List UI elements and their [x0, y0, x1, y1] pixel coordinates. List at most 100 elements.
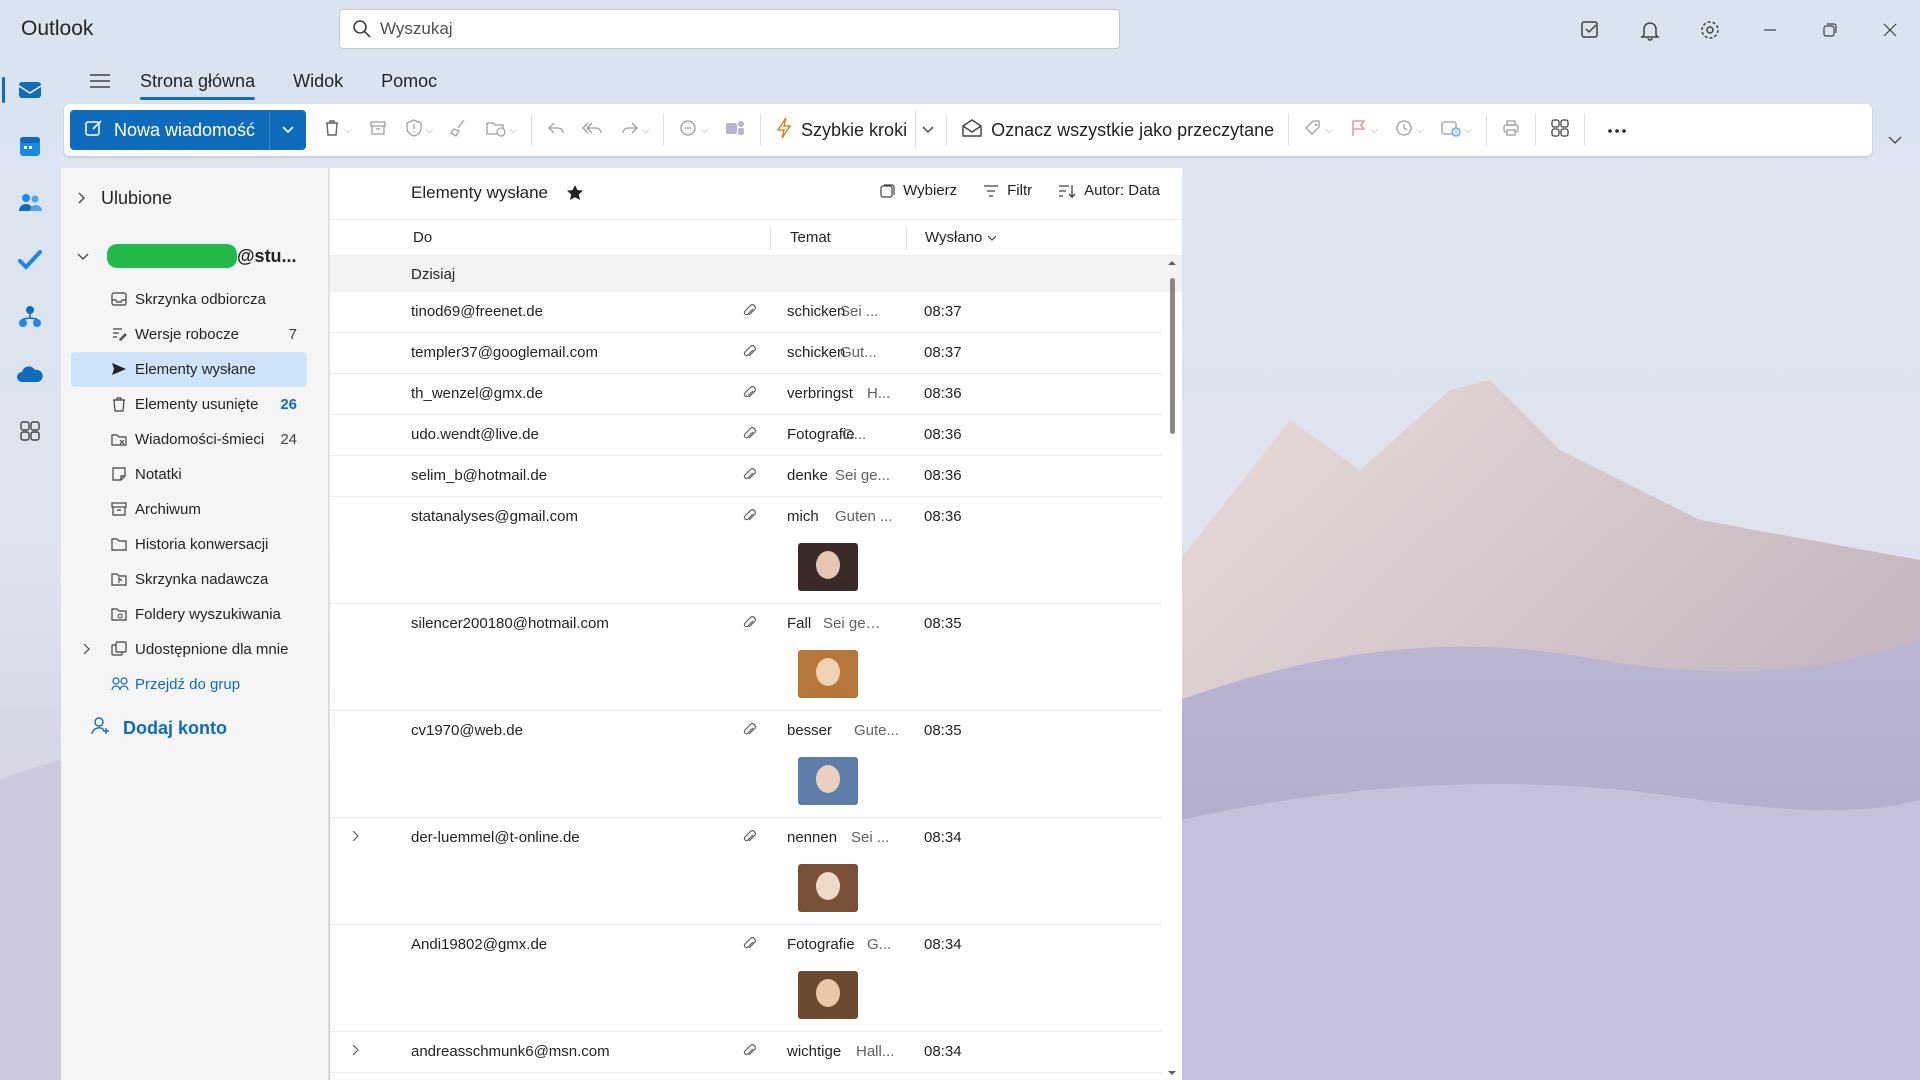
- folder-title: Elementy wysłane: [411, 183, 549, 202]
- message-row[interactable]: silencer200180@hotmail.com Fall Sei gegr…: [330, 604, 1162, 711]
- message-row[interactable]: templer37@googlemail.com schicken Gut...…: [330, 333, 1162, 374]
- image-thumbnail[interactable]: [798, 650, 858, 698]
- recipient: th_wenzel@gmx.de: [411, 385, 543, 402]
- folder-sent[interactable]: Elementy wysłane: [71, 352, 307, 387]
- scrollbar[interactable]: [1162, 256, 1182, 1080]
- ribbon-tabs: Strona główna Widok Pomoc: [84, 64, 475, 100]
- message-row[interactable]: andreasschmunk6@msn.com wichtige Hall...…: [330, 1032, 1162, 1073]
- folder-deleted[interactable]: Elementy usunięte 26: [71, 387, 307, 422]
- hamburger-menu-icon[interactable]: [84, 72, 116, 90]
- new-message-button[interactable]: Nowa wiadomość: [70, 110, 307, 150]
- message-row[interactable]: Andi19802@gmx.de Fotografie G... 08:34: [330, 925, 1162, 1032]
- image-thumbnail[interactable]: [798, 971, 858, 1019]
- folder-conversation-history[interactable]: Historia konwersacji: [71, 527, 307, 562]
- close-icon[interactable]: [1860, 15, 1920, 45]
- search-input[interactable]: [380, 19, 1080, 39]
- restore-icon[interactable]: [1800, 15, 1860, 45]
- gear-icon[interactable]: [1680, 15, 1740, 45]
- new-message-main[interactable]: Nowa wiadomość: [70, 110, 271, 150]
- rules-button[interactable]: ⌵: [1432, 110, 1480, 150]
- image-thumbnail[interactable]: [798, 757, 858, 805]
- go-to-groups-link[interactable]: Przejdź do grup: [71, 667, 307, 702]
- message-row[interactable]: tinod69@freenet.de schicken Sei ... 08:3…: [330, 292, 1162, 333]
- folder-archive[interactable]: Archiwum: [71, 492, 307, 527]
- my-day-icon[interactable]: [1560, 15, 1620, 45]
- folder-notes[interactable]: Notatki: [71, 457, 307, 492]
- quick-steps-dropdown[interactable]: [915, 110, 940, 150]
- scrollbar-thumb[interactable]: [1170, 278, 1175, 434]
- sent-time: 08:34: [924, 936, 962, 953]
- forward-button[interactable]: ⌵: [612, 110, 658, 150]
- forward-icon: [620, 118, 640, 143]
- add-account-label: Dodaj konto: [123, 718, 227, 738]
- folder-drafts[interactable]: Wersje robocze 7: [71, 317, 307, 352]
- print-button[interactable]: [1493, 110, 1529, 150]
- search-box[interactable]: [339, 9, 1120, 49]
- more-options-button[interactable]: [1591, 110, 1643, 150]
- people-app-icon[interactable]: [0, 174, 60, 231]
- image-thumbnail[interactable]: [798, 543, 858, 591]
- preview: G...: [867, 936, 892, 953]
- mark-all-read-button[interactable]: Oznacz wszystkie jako przeczytane: [953, 110, 1282, 150]
- group-header-today[interactable]: Dzisiaj: [330, 256, 1182, 292]
- onedrive-app-icon[interactable]: [0, 345, 60, 402]
- archive-icon: [368, 118, 388, 143]
- separator: [663, 114, 665, 146]
- org-app-icon[interactable]: [0, 288, 60, 345]
- more-apps-icon[interactable]: [0, 402, 60, 459]
- reply-button[interactable]: [538, 110, 574, 150]
- message-row[interactable]: cv1970@web.de besser Gute... 08:35: [330, 711, 1162, 818]
- tab-view[interactable]: Widok: [293, 67, 343, 96]
- teams-button[interactable]: [716, 110, 754, 150]
- calendar-app-icon[interactable]: [0, 117, 60, 174]
- tag-button[interactable]: ⌵: [1295, 110, 1341, 150]
- tab-home[interactable]: Strona główna: [140, 67, 256, 100]
- chevron-right-icon[interactable]: [83, 642, 91, 659]
- recipient: andreasschmunk6@msn.com: [411, 1043, 610, 1060]
- message-row[interactable]: statanalyses@gmail.com mich Guten ... 08…: [330, 497, 1162, 604]
- select-button[interactable]: Wybierz: [879, 182, 957, 199]
- message-row[interactable]: th_wenzel@gmx.de verbringst H... 08:36: [330, 374, 1162, 415]
- folder-junk[interactable]: Wiadomości-śmieci 24: [71, 422, 307, 457]
- folder-inbox[interactable]: Skrzynka odbiorcza: [71, 282, 307, 317]
- image-thumbnail[interactable]: [798, 864, 858, 912]
- archive-button[interactable]: [360, 110, 396, 150]
- favorites-header[interactable]: Ulubione: [77, 188, 172, 209]
- report-button[interactable]: ⌵: [396, 110, 442, 150]
- ribbon-expand-icon[interactable]: [1888, 132, 1902, 150]
- sort-button[interactable]: Autor: Data: [1058, 182, 1160, 199]
- mail-app-icon[interactable]: [0, 60, 60, 117]
- add-account-button[interactable]: Dodaj konto: [91, 716, 227, 741]
- chat-button[interactable]: ⌵: [670, 110, 716, 150]
- folder-pane: Ulubione @stu... Skrzynka odbiorcza Wers…: [61, 168, 329, 1080]
- reply-all-button[interactable]: [574, 110, 612, 150]
- delete-button[interactable]: ⌵: [314, 110, 360, 150]
- quick-steps-button[interactable]: Szybkie kroki: [767, 110, 915, 150]
- account-header[interactable]: @stu...: [77, 244, 297, 268]
- chevron-down-icon[interactable]: [270, 110, 306, 150]
- message-row[interactable]: selim_b@hotmail.de denke Sei ge... 08:36: [330, 456, 1162, 497]
- filter-button[interactable]: Filtr: [983, 182, 1032, 199]
- folder-outbox[interactable]: Skrzynka nadawcza: [71, 562, 307, 597]
- column-to[interactable]: Do: [413, 229, 432, 246]
- column-subject[interactable]: Temat: [790, 229, 831, 246]
- snooze-button[interactable]: ⌵: [1386, 110, 1432, 150]
- folder-search-folders[interactable]: Foldery wyszukiwania: [71, 597, 307, 632]
- chevron-right-icon[interactable]: [352, 829, 360, 846]
- minimize-icon[interactable]: [1740, 15, 1800, 45]
- apps-button[interactable]: [1542, 110, 1578, 150]
- sweep-button[interactable]: [441, 110, 477, 150]
- flag-button[interactable]: ⌵: [1341, 110, 1387, 150]
- folder-shared-with-me[interactable]: Udostępnione dla mnie: [71, 632, 307, 667]
- bell-icon[interactable]: [1620, 15, 1680, 45]
- chevron-right-icon[interactable]: [352, 1043, 360, 1060]
- shield-icon: [404, 118, 424, 143]
- move-button[interactable]: ⌵: [477, 110, 525, 150]
- star-icon[interactable]: [566, 184, 584, 207]
- todo-app-icon[interactable]: [0, 231, 60, 288]
- message-row[interactable]: der-luemmel@t-online.de nennen Sei ... 0…: [330, 818, 1162, 925]
- column-sent[interactable]: Wysłano: [925, 229, 997, 246]
- message-row[interactable]: udo.wendt@live.de Fotografie G... 08:36: [330, 415, 1162, 456]
- column-divider: [770, 226, 771, 250]
- tab-help[interactable]: Pomoc: [381, 67, 437, 96]
